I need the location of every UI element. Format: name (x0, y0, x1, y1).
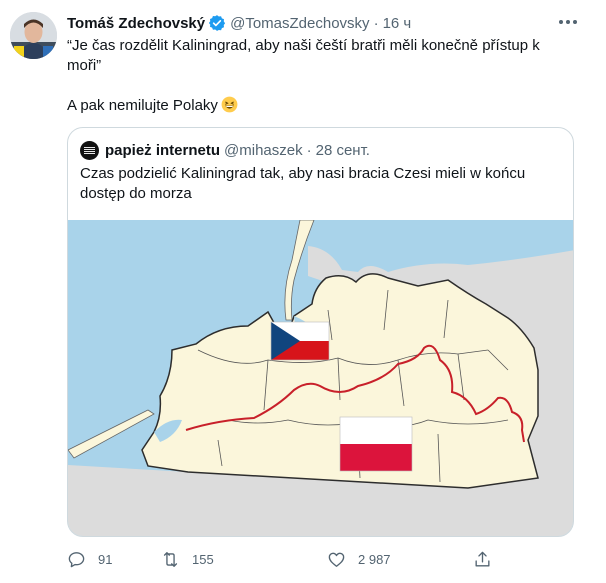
tweet-text-quote: “Je čas rozdělit Kaliningrad, aby naši č… (67, 37, 540, 74)
quoted-tweet-text: Czas podzielić Kaliningrad tak, aby nasi… (80, 165, 526, 202)
reply-icon (68, 551, 85, 567)
like-count: 2 987 (358, 551, 391, 567)
czech-flag-icon (270, 321, 330, 361)
separator-dot: · (306, 141, 312, 159)
reply-count: 91 (98, 551, 113, 567)
retweet-button[interactable]: 155 (161, 548, 214, 570)
tweet-text-comment-label: A pak nemilujte Polaky (67, 97, 218, 114)
retweet-count: 155 (192, 551, 214, 567)
grinning-emoji-icon (221, 96, 238, 113)
quoted-tweet-date: 28 сент. (315, 141, 370, 159)
kaliningrad-map-image[interactable] (68, 220, 574, 537)
quoted-author-avatar (80, 140, 99, 160)
like-icon (328, 552, 345, 567)
share-button[interactable] (473, 548, 504, 570)
author-handle[interactable]: @TomasZdechovsky (230, 15, 369, 32)
tweet-timestamp[interactable]: 16 ч (383, 15, 412, 32)
author-avatar[interactable] (10, 12, 57, 59)
quoted-author-handle: @mihaszek (224, 141, 303, 159)
verified-badge-icon (208, 14, 226, 32)
quoted-tweet[interactable]: papież internetu @mihaszek · 28 сент. Cz… (67, 127, 574, 537)
retweet-icon (163, 551, 178, 567)
separator-dot: · (373, 14, 379, 32)
share-icon (475, 551, 490, 567)
author-name[interactable]: Tomáš Zdechovský (67, 15, 205, 32)
tweet-text: “Je čas rozdělit Kaliningrad, aby naši č… (67, 36, 572, 116)
tweet-header: Tomáš Zdechovský @TomasZdechovsky · 16 ч (67, 12, 547, 34)
tweet-text-comment: A pak nemilujte Polaky (67, 96, 572, 116)
tweet-actions: 91 155 2 987 (67, 548, 507, 570)
polish-flag-icon (339, 416, 413, 472)
like-button[interactable]: 2 987 (327, 548, 391, 570)
tweet[interactable]: Tomáš Zdechovský @TomasZdechovsky · 16 ч… (0, 0, 606, 583)
quoted-author-name: papież internetu (105, 141, 221, 159)
quoted-tweet-header: papież internetu @mihaszek · 28 сент. (80, 140, 370, 160)
more-icon[interactable] (553, 10, 583, 34)
reply-button[interactable]: 91 (67, 548, 112, 570)
